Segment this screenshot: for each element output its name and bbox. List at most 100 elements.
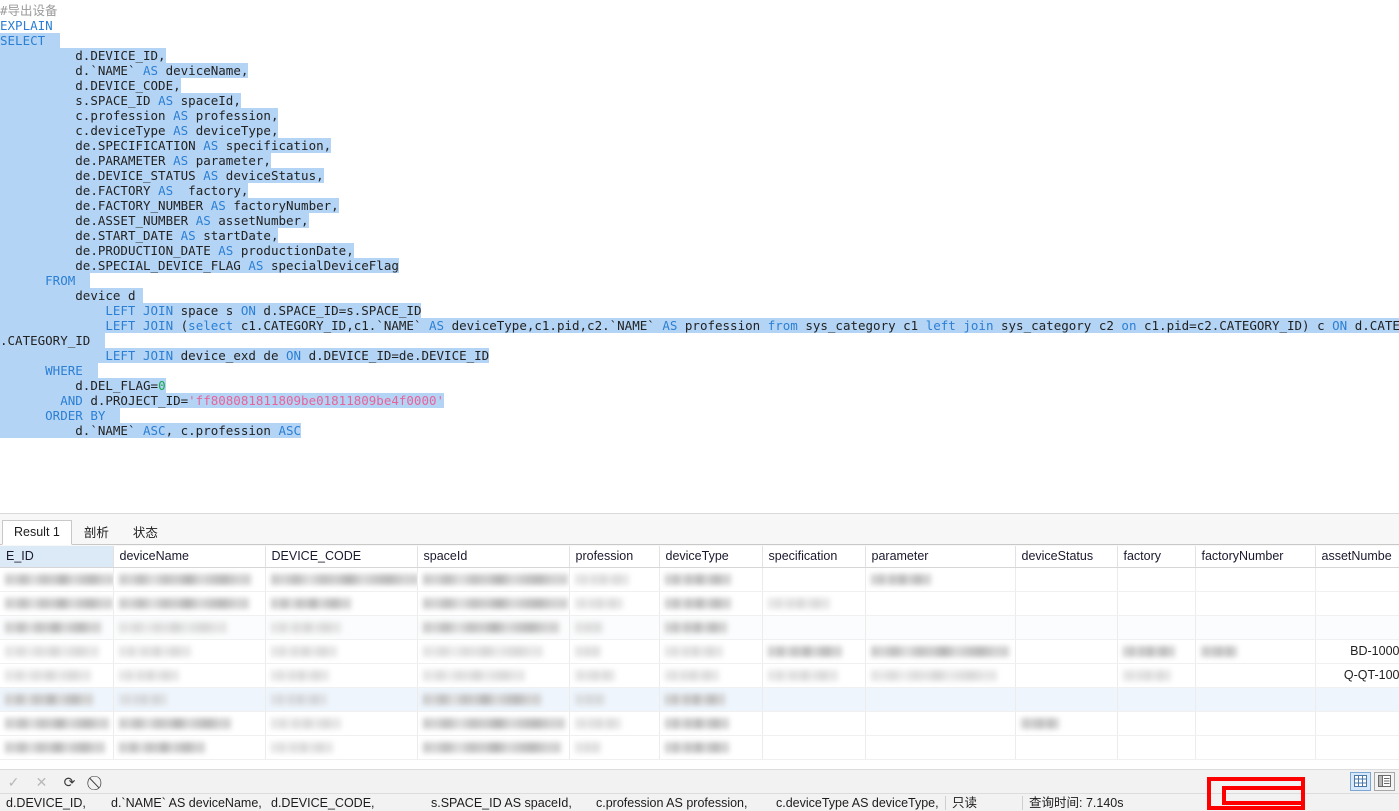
table-cell[interactable]: [1117, 711, 1196, 736]
grid-header-parameter[interactable]: parameter: [865, 546, 1016, 568]
table-cell[interactable]: [569, 711, 660, 736]
table-cell[interactable]: Q-QT-100: [1315, 663, 1399, 688]
table-cell[interactable]: [417, 663, 570, 688]
table-row[interactable]: [0, 615, 1399, 640]
table-cell[interactable]: [265, 687, 418, 712]
table-cell[interactable]: [113, 687, 266, 712]
table-cell[interactable]: [0, 567, 114, 592]
table-cell[interactable]: [417, 735, 570, 760]
result-tab-1[interactable]: 剖析: [72, 521, 121, 545]
table-cell[interactable]: [1195, 639, 1316, 664]
table-cell[interactable]: [113, 711, 266, 736]
table-cell[interactable]: [659, 735, 763, 760]
grid-view-icon[interactable]: [1350, 771, 1371, 791]
table-cell[interactable]: [865, 591, 1016, 616]
table-cell[interactable]: [417, 711, 570, 736]
table-cell[interactable]: [0, 735, 114, 760]
sql-editor[interactable]: #导出设备 EXPLAIN SELECT d.DEVICE_ID, d.`NAME`…: [0, 0, 1399, 513]
table-cell[interactable]: [1117, 735, 1196, 760]
table-cell[interactable]: [762, 735, 866, 760]
table-cell[interactable]: [1195, 663, 1316, 688]
table-cell[interactable]: [113, 615, 266, 640]
table-cell[interactable]: [0, 711, 114, 736]
result-grid-container[interactable]: E_ID deviceName DEVICE_CODE spaceId professi…: [0, 546, 1399, 769]
table-cell[interactable]: [762, 567, 866, 592]
table-cell[interactable]: [265, 663, 418, 688]
table-cell[interactable]: [1117, 567, 1196, 592]
table-row[interactable]: [0, 735, 1399, 760]
table-cell[interactable]: [569, 591, 660, 616]
table-row[interactable]: [0, 591, 1399, 616]
table-row[interactable]: Q-QT-100: [0, 663, 1399, 688]
grid-header-E_ID[interactable]: E_ID: [0, 546, 114, 568]
table-cell[interactable]: [417, 567, 570, 592]
table-cell[interactable]: [1015, 735, 1118, 760]
table-cell[interactable]: [417, 639, 570, 664]
table-cell[interactable]: BD-1000: [1315, 639, 1399, 664]
table-cell[interactable]: [569, 735, 660, 760]
table-cell[interactable]: [0, 591, 114, 616]
table-cell[interactable]: [1015, 591, 1118, 616]
table-cell[interactable]: [762, 687, 866, 712]
table-cell[interactable]: [569, 639, 660, 664]
table-cell[interactable]: [0, 687, 114, 712]
table-cell[interactable]: [1117, 591, 1196, 616]
form-view-icon[interactable]: [1374, 771, 1395, 791]
grid-header-DEVICE_CODE[interactable]: DEVICE_CODE: [265, 546, 418, 568]
table-cell[interactable]: [762, 639, 866, 664]
table-cell[interactable]: [569, 663, 660, 688]
table-cell[interactable]: [865, 639, 1016, 664]
table-row[interactable]: BD-1000: [0, 639, 1399, 664]
table-cell[interactable]: [0, 615, 114, 640]
table-cell[interactable]: [865, 687, 1016, 712]
table-cell[interactable]: [762, 711, 866, 736]
result-tab-0[interactable]: Result 1: [2, 520, 72, 545]
table-cell[interactable]: [865, 615, 1016, 640]
table-cell[interactable]: [1015, 639, 1118, 664]
table-cell[interactable]: [659, 711, 763, 736]
table-cell[interactable]: [1117, 639, 1196, 664]
grid-header-factory[interactable]: factory: [1117, 546, 1196, 568]
table-cell[interactable]: [265, 615, 418, 640]
result-grid[interactable]: E_ID deviceName DEVICE_CODE spaceId professi…: [0, 546, 1399, 760]
table-cell[interactable]: [113, 591, 266, 616]
table-row[interactable]: [0, 687, 1399, 712]
table-cell[interactable]: [0, 639, 114, 664]
table-cell[interactable]: [1195, 711, 1316, 736]
stop-icon[interactable]: ⃠: [89, 773, 106, 790]
table-cell[interactable]: [1015, 615, 1118, 640]
table-cell[interactable]: [659, 591, 763, 616]
table-cell[interactable]: [659, 687, 763, 712]
table-cell[interactable]: [1195, 567, 1316, 592]
table-cell[interactable]: [0, 663, 114, 688]
grid-header-spaceId[interactable]: spaceId: [417, 546, 570, 568]
table-cell[interactable]: [865, 735, 1016, 760]
table-cell[interactable]: [417, 591, 570, 616]
table-cell[interactable]: [1117, 615, 1196, 640]
table-cell[interactable]: [265, 591, 418, 616]
table-cell[interactable]: [265, 711, 418, 736]
table-row[interactable]: [0, 711, 1399, 736]
sql-code-area[interactable]: #导出设备 EXPLAIN SELECT d.DEVICE_ID, d.`NAME`…: [0, 3, 1399, 438]
table-cell[interactable]: [113, 639, 266, 664]
table-cell[interactable]: [762, 615, 866, 640]
table-cell[interactable]: [659, 567, 763, 592]
grid-header-specification[interactable]: specification: [762, 546, 866, 568]
table-cell[interactable]: [1315, 687, 1399, 712]
table-cell[interactable]: [265, 735, 418, 760]
table-cell[interactable]: [1195, 615, 1316, 640]
grid-header-assetNumbe[interactable]: assetNumbe: [1315, 546, 1399, 568]
table-cell[interactable]: [113, 567, 266, 592]
table-cell[interactable]: [113, 663, 266, 688]
table-cell[interactable]: [1315, 615, 1399, 640]
table-cell[interactable]: [865, 663, 1016, 688]
table-row[interactable]: [0, 567, 1399, 592]
table-cell[interactable]: [569, 615, 660, 640]
grid-header-factoryNumber[interactable]: factoryNumber: [1195, 546, 1316, 568]
table-cell[interactable]: [1015, 687, 1118, 712]
refresh-icon[interactable]: ⟳: [61, 773, 78, 790]
table-cell[interactable]: [1315, 591, 1399, 616]
grid-header-profession[interactable]: profession: [569, 546, 660, 568]
grid-header-deviceStatus[interactable]: deviceStatus: [1015, 546, 1118, 568]
result-tab-2[interactable]: 状态: [121, 521, 170, 545]
